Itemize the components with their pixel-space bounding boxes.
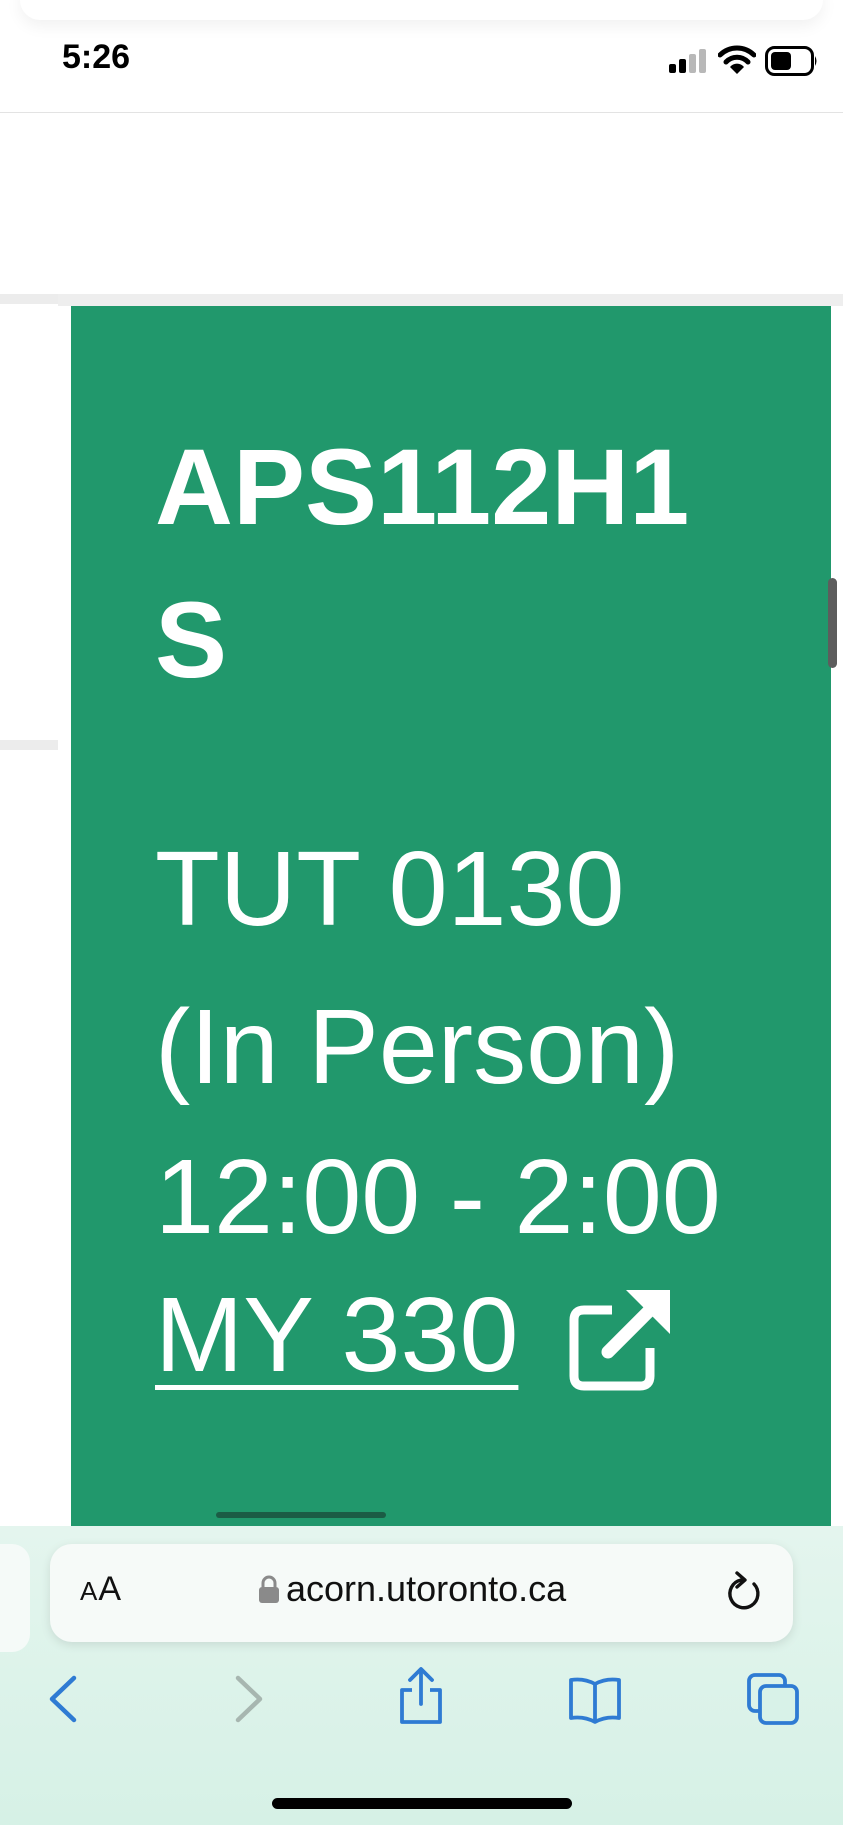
external-link-icon[interactable] <box>566 1286 674 1394</box>
section-code: TUT 0130 <box>155 830 625 948</box>
adjacent-column-divider-bottom <box>0 740 58 750</box>
adjacent-column-divider-top <box>0 294 58 304</box>
page-divider <box>58 294 843 306</box>
previous-tab-peek[interactable] <box>0 1544 30 1652</box>
delivery-mode: (In Person) <box>155 988 680 1106</box>
lock-icon <box>259 1575 279 1603</box>
forward-icon[interactable] <box>220 1672 274 1726</box>
text-size-button[interactable]: AA <box>80 1570 122 1609</box>
address-bar[interactable]: AA acorn.utoronto.ca <box>50 1544 793 1642</box>
scrollbar-thumb[interactable] <box>828 578 837 668</box>
url-wrap: acorn.utoronto.ca <box>258 1568 566 1610</box>
wifi-icon <box>718 45 756 74</box>
text-size-big-a: A <box>98 1570 123 1608</box>
url-text: acorn.utoronto.ca <box>286 1568 567 1609</box>
time-range: 12:00 - 2:00 <box>155 1138 721 1256</box>
browser-chrome: AA acorn.utoronto.ca <box>0 1526 843 1825</box>
text-size-small-a: A <box>80 1576 99 1606</box>
bookmarks-icon[interactable] <box>568 1672 622 1726</box>
share-icon[interactable] <box>394 1666 448 1726</box>
location-link[interactable]: MY 330 <box>155 1282 518 1388</box>
status-bar: 5:26 <box>0 0 843 113</box>
course-card[interactable]: APS112H1S TUT 0130 (In Person) 12:00 - 2… <box>71 306 831 1526</box>
reload-icon[interactable] <box>723 1570 763 1614</box>
course-code: APS112H1S <box>155 426 690 700</box>
location-row: MY 330 <box>155 1282 674 1394</box>
battery-icon <box>765 46 817 76</box>
back-icon[interactable] <box>38 1672 92 1726</box>
cellular-signal-icon <box>669 49 706 73</box>
home-indicator[interactable] <box>272 1798 572 1809</box>
tabs-icon[interactable] <box>746 1672 800 1726</box>
status-time: 5:26 <box>62 38 131 76</box>
card-scroll-indicator <box>216 1512 386 1518</box>
